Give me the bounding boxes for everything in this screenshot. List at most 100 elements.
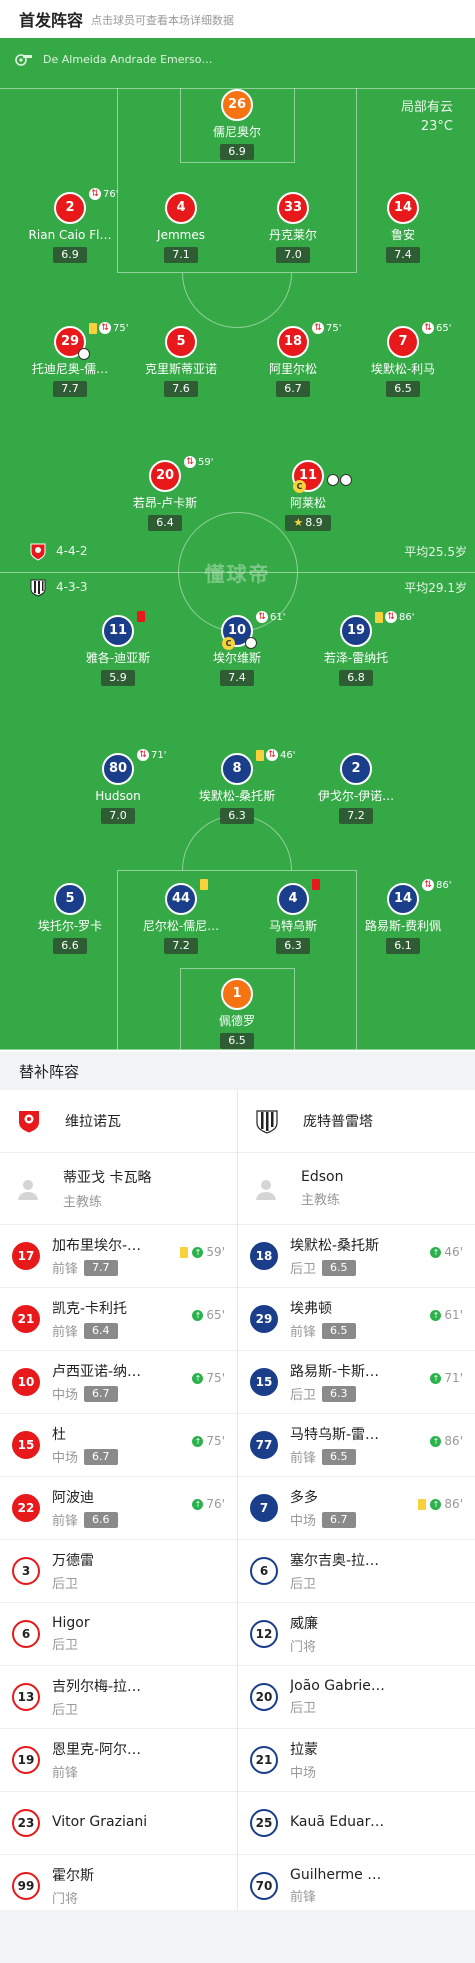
pitch-player[interactable]: 5 克里斯蒂亚诺 7.6 — [126, 326, 236, 397]
player-events: ⇅ 65' — [422, 322, 451, 334]
sub-number: 29 — [250, 1305, 278, 1333]
sub-player-row[interactable]: 15 杜中场 6.7 ↑ 75' — [0, 1414, 237, 1477]
page-subtitle: 点击球员可查看本场详细数据 — [91, 14, 235, 27]
sub-player-row[interactable]: 18 埃默松-桑托斯 后卫 6.5 ↑ 46' — [238, 1225, 475, 1288]
sub-player-row[interactable]: 99 霍尔斯 门将 — [0, 1855, 237, 1918]
sub-player-row[interactable]: 21 凯克-卡利托 前锋 6.4 ↑ 65' — [0, 1288, 237, 1351]
sub-info: Guilherme Be… 前锋 — [290, 1867, 475, 1905]
player-events: ⇅ 86' — [422, 879, 451, 891]
sub-position: 前锋 6.5 — [290, 1447, 475, 1466]
sub-player-row[interactable]: 3 万德雷 后卫 — [0, 1540, 237, 1603]
page-title: 首发阵容 — [19, 11, 84, 30]
sub-position-label: 后卫 — [290, 1262, 317, 1277]
player-rating: 7.7 — [53, 381, 87, 397]
pitch-player[interactable]: 1 佩德罗 6.5 — [182, 978, 292, 1049]
sub-name: Vitor Graziani — [52, 1813, 148, 1830]
pitch-player[interactable]: 2 伊戈尔-伊诺… 7.2 — [301, 753, 411, 824]
player-number: 1 — [221, 978, 253, 1010]
rating-value: 7.0 — [109, 809, 127, 822]
sub-player-row[interactable]: 6 Higor 后卫 — [0, 1603, 237, 1666]
player-number: 33 — [277, 192, 309, 224]
sub-number: 20 — [250, 1683, 278, 1711]
sub-player-row[interactable]: 23 Vitor Graziani — [0, 1792, 237, 1855]
sub-time: 59' — [198, 456, 214, 468]
sub-player-row[interactable]: 25 Kauã Eduard… — [238, 1792, 475, 1855]
sub-event: ↑ 61' — [430, 1308, 463, 1322]
player-rating: 6.9 — [220, 144, 254, 160]
pitch-player[interactable]: 2 ⇅ 76' Rian Caio Fl… 6.9 — [15, 188, 125, 263]
sub-player-row[interactable]: 7 多多 中场 6.7 ↑ 86' — [238, 1477, 475, 1540]
pitch-player[interactable]: 33 丹克莱尔 7.0 — [238, 192, 348, 263]
player-events: ⇅ 71' — [137, 749, 166, 761]
sub-player-row[interactable]: 70 Guilherme Be… 前锋 — [238, 1855, 475, 1918]
home-coach-name: 蒂亚戈 卡瓦略 — [63, 1170, 152, 1186]
weather: 局部有云 23°C — [401, 98, 453, 136]
player-rating-wrap: 7.1 — [126, 243, 236, 263]
pitch-player[interactable]: 44 尼尔松-儒尼… 7.2 — [126, 879, 236, 954]
sub-player-row[interactable]: 20 João Gabriel … 后卫 — [238, 1666, 475, 1729]
pitch-player[interactable]: 10 ⇅ 61' C 埃尔维斯 7.4 — [182, 611, 292, 686]
away-team-name: 庞特普雷塔 — [303, 1114, 373, 1130]
sub-number: 15 — [12, 1431, 40, 1459]
sub-in-icon: ↑ — [430, 1246, 442, 1258]
player-events — [137, 611, 147, 622]
player-name: 托迪尼奥-儒… — [31, 362, 109, 376]
sub-in-time: 65' — [206, 1308, 225, 1322]
player-rating: 6.6 — [53, 938, 87, 954]
sub-player-row[interactable]: 10 卢西亚诺-纳… 中场 6.7 ↑ 75' — [0, 1351, 237, 1414]
pitch-player[interactable]: 5 埃托尔-罗卡 6.6 — [15, 883, 125, 954]
substitution-icon: ⇅ — [385, 611, 397, 623]
watermark: 懂球帝 — [204, 562, 271, 586]
sub-info: 塞尔吉奥-拉… 后卫 — [290, 1550, 475, 1592]
pitch-player[interactable]: 11 C 阿莱松 ★ 8.9 — [253, 460, 363, 531]
sub-in-icon: ↑ — [192, 1246, 204, 1258]
pitch-player[interactable]: 26 儒尼奥尔 6.9 — [182, 89, 292, 160]
pitch-player[interactable]: 20 ⇅ 59' 若昂-卢卡斯 6.4 — [110, 456, 220, 531]
sub-position-label: 后卫 — [52, 1638, 79, 1653]
pitch-player[interactable]: 14 ⇅ 86' 路易斯-费利佩 6.1 — [348, 879, 458, 954]
player-rating-wrap: 6.1 — [348, 934, 458, 954]
sub-number: 70 — [250, 1872, 278, 1900]
player-rating: 5.9 — [101, 670, 135, 686]
rating-value: 6.7 — [284, 382, 302, 395]
sub-player-row[interactable]: 22 阿波迪 前锋 6.6 ↑ 76' — [0, 1477, 237, 1540]
pitch-player[interactable]: 18 ⇅ 75' 阿里尔松 6.7 — [238, 322, 348, 397]
sub-in-time: 86' — [444, 1434, 463, 1448]
player-rating-wrap: 6.5 — [182, 1029, 292, 1049]
pitch-player[interactable]: 8 ⇅ 46' 埃默松-桑托斯 6.3 — [182, 749, 295, 824]
pitch-player[interactable]: 7 ⇅ 65' 埃默松-利马 6.5 — [348, 322, 458, 397]
sub-player-row[interactable]: 13 吉列尔梅-拉… 后卫 — [0, 1666, 237, 1729]
home-team-row[interactable]: 维拉诺瓦 — [0, 1090, 237, 1153]
sub-player-row[interactable]: 6 塞尔吉奥-拉… 后卫 — [238, 1540, 475, 1603]
pitch-player[interactable]: 11 雅各-迪亚斯 5.9 — [63, 611, 173, 686]
away-coach-row[interactable]: Edson 主教练 — [238, 1153, 475, 1225]
pitch-player[interactable]: 4 Jemmes 7.1 — [126, 192, 236, 263]
away-coach-role: 主教练 — [301, 1193, 341, 1208]
sub-player-row[interactable]: 77 马特乌斯-雷… 前锋 6.5 ↑ 86' — [238, 1414, 475, 1477]
sub-player-row[interactable]: 19 恩里克-阿尔… 前锋 — [0, 1729, 237, 1792]
sub-player-row[interactable]: 21 拉蒙 中场 — [238, 1729, 475, 1792]
pitch-player[interactable]: 29 ⇅ 75' 托迪尼奥-儒… 7.7 — [15, 322, 128, 397]
sub-player-row[interactable]: 17 加布里埃尔-… 前锋 7.7 ↑ 59' — [0, 1225, 237, 1288]
substitution-icon: ⇅ — [89, 188, 101, 200]
captain-icon: C — [293, 480, 306, 493]
player-rating-wrap: 6.8 — [301, 666, 411, 686]
pitch-player[interactable]: 19 ⇅ 86' 若泽-雷纳托 6.8 — [301, 611, 414, 686]
sub-player-row[interactable]: 15 路易斯-卡斯… 后卫 6.3 ↑ 71' — [238, 1351, 475, 1414]
pitch-player[interactable]: 80 ⇅ 71' Hudson 7.0 — [63, 749, 173, 824]
sub-player-row[interactable]: 29 埃弗顿 前锋 6.5 ↑ 61' — [238, 1288, 475, 1351]
sub-rating: 7.7 — [84, 1259, 118, 1276]
pitch-player[interactable]: 14 鲁安 7.4 — [348, 192, 458, 263]
away-team-row[interactable]: 庞特普雷塔 — [238, 1090, 475, 1153]
sub-position: 前锋 — [290, 1886, 475, 1905]
away-subs-column: 庞特普雷塔 Edson 主教练 18 埃默松-桑托斯 后卫 6.5 ↑ 46' 29 埃弗顿前… — [238, 1090, 475, 1918]
player-number: 5 — [54, 883, 86, 915]
home-coach-row[interactable]: 蒂亚戈 卡瓦略 主教练 — [0, 1153, 237, 1225]
player-events: ⇅ 86' — [375, 611, 414, 623]
sub-number: 23 — [12, 1809, 40, 1837]
sub-player-row[interactable]: 12 威廉 门将 — [238, 1603, 475, 1666]
pitch-player[interactable]: 4 马特乌斯 6.3 — [238, 879, 348, 954]
player-rating-wrap: 5.9 — [63, 666, 173, 686]
sub-name: 阿波迪 — [52, 1490, 94, 1506]
rating-value: 7.4 — [394, 248, 412, 261]
